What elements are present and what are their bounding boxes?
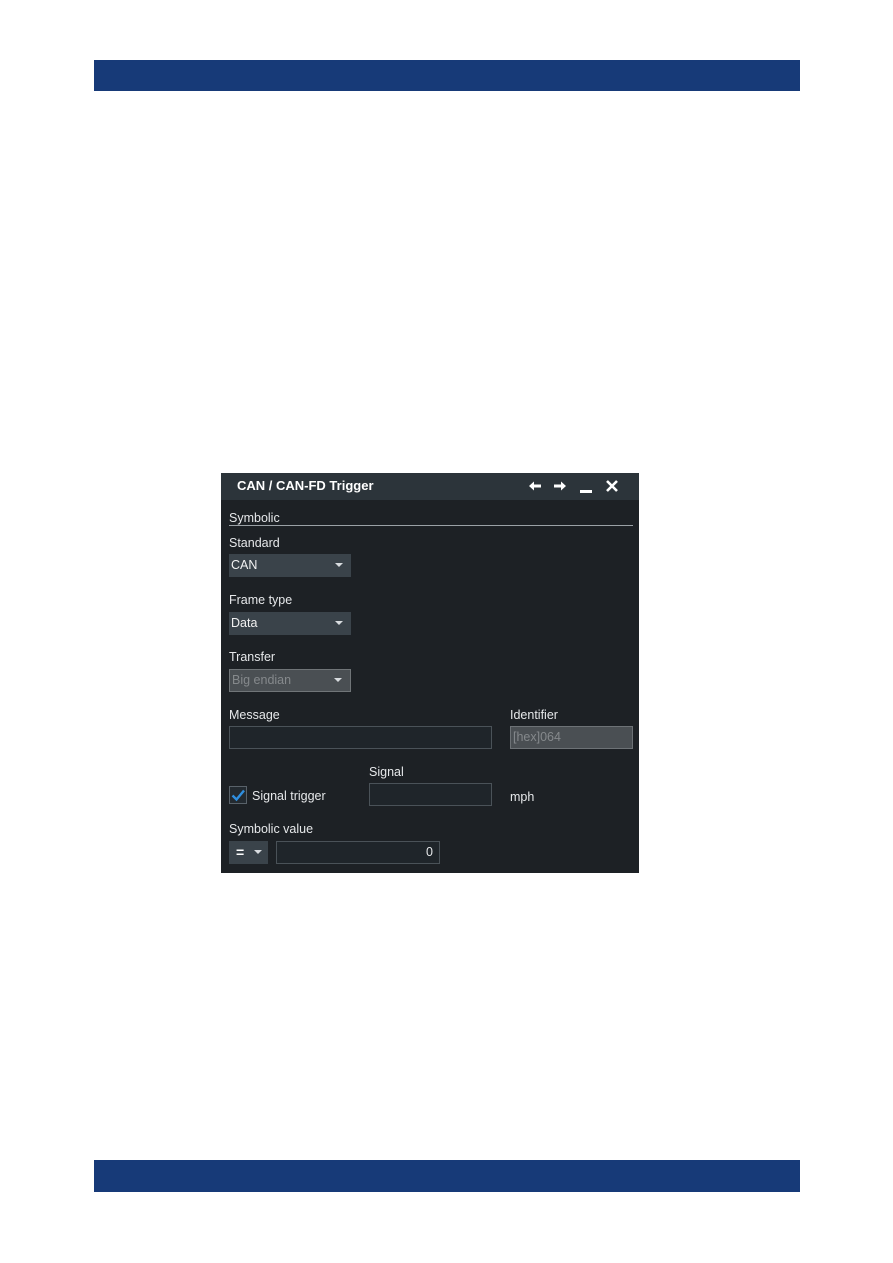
close-icon[interactable] bbox=[604, 478, 620, 494]
signal-label: Signal bbox=[369, 765, 404, 779]
chevron-down-icon bbox=[335, 621, 343, 625]
section-symbolic-label: Symbolic bbox=[229, 511, 280, 525]
signal-input[interactable] bbox=[369, 783, 492, 806]
standard-label: Standard bbox=[229, 536, 280, 550]
chevron-down-icon bbox=[335, 563, 343, 567]
frame-type-value: Data bbox=[231, 616, 258, 630]
identifier-input[interactable]: [hex]064 bbox=[510, 726, 633, 749]
checkmark-icon bbox=[231, 789, 245, 802]
arrow-right-icon[interactable] bbox=[552, 478, 568, 494]
message-label: Message bbox=[229, 708, 280, 722]
identifier-value: [hex]064 bbox=[513, 730, 561, 744]
arrow-left-icon[interactable] bbox=[527, 478, 543, 494]
dialog-title: CAN / CAN-FD Trigger bbox=[237, 478, 374, 493]
footer-band bbox=[94, 1160, 800, 1192]
frame-type-label: Frame type bbox=[229, 593, 293, 607]
standard-select[interactable]: CAN bbox=[229, 554, 351, 577]
transfer-select[interactable]: Big endian bbox=[229, 669, 351, 692]
operator-value: = bbox=[236, 844, 245, 860]
signal-trigger-label[interactable]: Signal trigger bbox=[252, 789, 326, 803]
minimize-icon[interactable] bbox=[578, 478, 594, 494]
header-band bbox=[94, 60, 800, 91]
chevron-down-icon bbox=[334, 678, 342, 682]
signal-unit: mph bbox=[510, 790, 535, 804]
symbolic-value: 0 bbox=[426, 845, 433, 859]
transfer-value: Big endian bbox=[232, 673, 292, 687]
can-trigger-dialog: CAN / CAN-FD Trigger Symbolic Standard C… bbox=[221, 473, 639, 873]
signal-trigger-checkbox[interactable] bbox=[229, 786, 247, 804]
chevron-down-icon bbox=[254, 850, 262, 854]
comparison-operator-select[interactable]: = bbox=[229, 841, 268, 864]
symbolic-value-label: Symbolic value bbox=[229, 822, 314, 836]
message-input[interactable] bbox=[229, 726, 492, 749]
frame-type-select[interactable]: Data bbox=[229, 612, 351, 635]
standard-value: CAN bbox=[231, 558, 258, 572]
transfer-label: Transfer bbox=[229, 650, 276, 664]
identifier-label: Identifier bbox=[510, 708, 558, 722]
section-divider bbox=[229, 525, 633, 526]
dialog-titlebar[interactable]: CAN / CAN-FD Trigger bbox=[221, 473, 639, 500]
symbolic-value-input[interactable]: 0 bbox=[276, 841, 440, 864]
